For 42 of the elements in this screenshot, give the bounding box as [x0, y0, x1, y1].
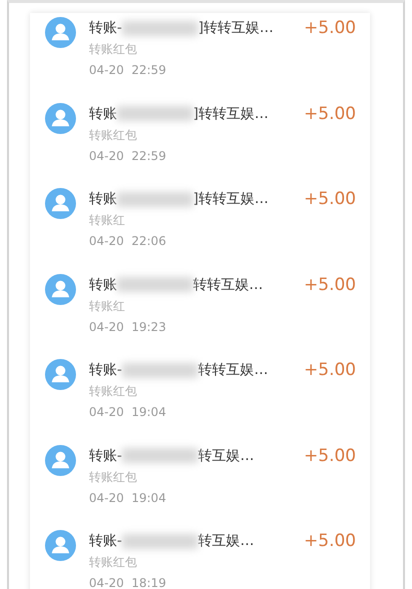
transaction-type: 转账红包 [89, 555, 137, 569]
transaction-title: 转账- [89, 361, 122, 379]
transaction-title: 转账- [89, 446, 122, 464]
transaction-type: 转账红包 [89, 384, 137, 398]
transaction-time: 04-20 22:59 [89, 63, 166, 77]
transaction-type: 转账红包 [89, 470, 137, 484]
transaction-amount: +5.00 [304, 274, 356, 296]
transaction-title: 转账 [89, 190, 117, 208]
transaction-title: 转互娱… [198, 446, 254, 464]
transaction-time: 04-20 18:19 [89, 576, 166, 589]
transaction-type: 转账红包 [89, 128, 137, 142]
avatar-icon [45, 530, 76, 561]
transaction-amount: +5.00 [304, 188, 356, 211]
transaction-title: 转账 [89, 276, 117, 294]
transaction-title: 转账- [89, 532, 122, 550]
transaction-title: 转互娱… [198, 532, 254, 550]
avatar-icon [45, 359, 76, 390]
transaction-amount: +5.00 [304, 359, 356, 382]
avatar-icon [45, 444, 76, 476]
transaction-type: 转账红 [89, 213, 125, 227]
avatar-icon [45, 274, 76, 304]
transaction-type: 转账红 [89, 298, 125, 312]
transaction-type: 转账红包 [89, 42, 137, 56]
transaction-time: 04-20 22:59 [89, 148, 166, 162]
transaction-title: ]转转互娱… [193, 104, 268, 122]
transaction-amount: +5.00 [304, 444, 356, 468]
transaction-amount: +5.00 [304, 530, 356, 553]
transaction-title: ]转转互娱… [193, 190, 268, 208]
transaction-time: 04-20 19:04 [89, 405, 166, 419]
transaction-title: 转账 [89, 104, 117, 122]
transaction-time: 04-20 19:23 [89, 320, 166, 334]
transaction-amount: +5.00 [304, 102, 356, 126]
transaction-time: 04-20 19:04 [89, 490, 166, 504]
avatar-icon [45, 102, 76, 134]
avatar-icon [45, 17, 76, 48]
transaction-title: 转转互娱… [193, 276, 263, 294]
transaction-time: 04-20 22:06 [89, 234, 166, 248]
transaction-title: 转转互娱… [198, 361, 268, 379]
transaction-title: 转账- [89, 19, 122, 37]
transaction-title: ]转转互娱… [198, 19, 274, 37]
avatar-icon [45, 188, 76, 219]
transaction-amount: +5.00 [304, 17, 356, 40]
